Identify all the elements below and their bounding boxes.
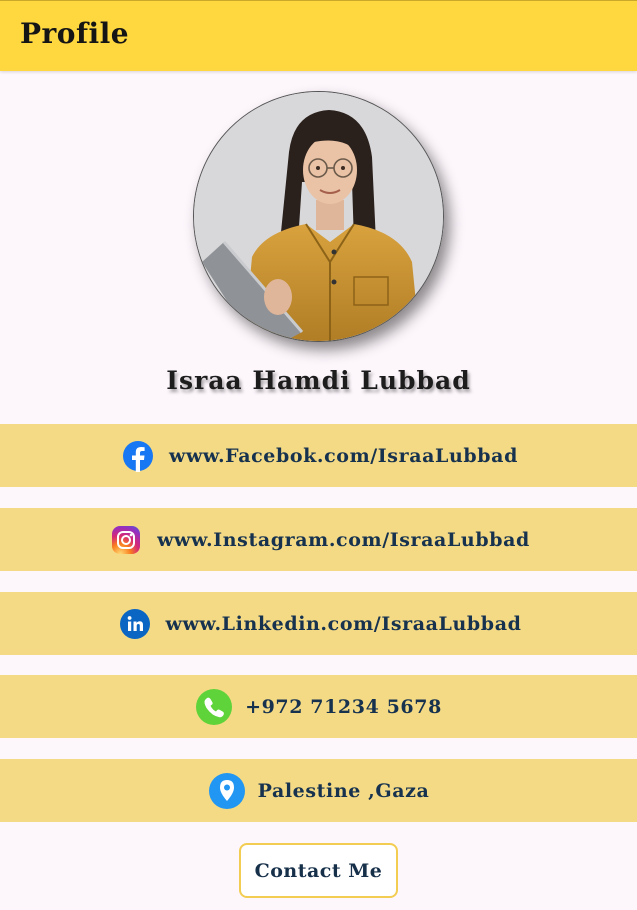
instagram-link-row[interactable]: www.Instagram.com/IsraaLubbad <box>0 508 637 571</box>
page-title: Profile <box>20 17 130 50</box>
linkedin-icon <box>116 605 154 643</box>
location-icon <box>208 772 246 810</box>
location-text: Palestine ,Gaza <box>257 779 430 802</box>
phone-icon <box>195 688 233 726</box>
facebook-link[interactable]: www.Facebok.com/IsraaLubbad <box>169 445 518 467</box>
linkedin-link[interactable]: www.Linkedin.com/IsraaLubbad <box>166 613 522 635</box>
phone-number[interactable]: +972 71234 5678 <box>245 696 442 718</box>
facebook-link-row[interactable]: www.Facebok.com/IsraaLubbad <box>0 424 637 487</box>
phone-row[interactable]: +972 71234 5678 <box>0 675 637 738</box>
profile-name: Israa Hamdi Lubbad <box>166 366 471 395</box>
instagram-icon <box>107 521 145 559</box>
profile-photo <box>194 92 443 341</box>
linkedin-link-row[interactable]: www.Linkedin.com/IsraaLubbad <box>0 592 637 655</box>
instagram-link[interactable]: www.Instagram.com/IsraaLubbad <box>157 529 530 551</box>
app-bar: Profile <box>0 0 637 71</box>
location-row[interactable]: Palestine ,Gaza <box>0 759 637 822</box>
facebook-icon <box>119 437 157 475</box>
avatar <box>193 91 444 342</box>
contact-me-button[interactable]: Contact Me <box>239 843 398 898</box>
